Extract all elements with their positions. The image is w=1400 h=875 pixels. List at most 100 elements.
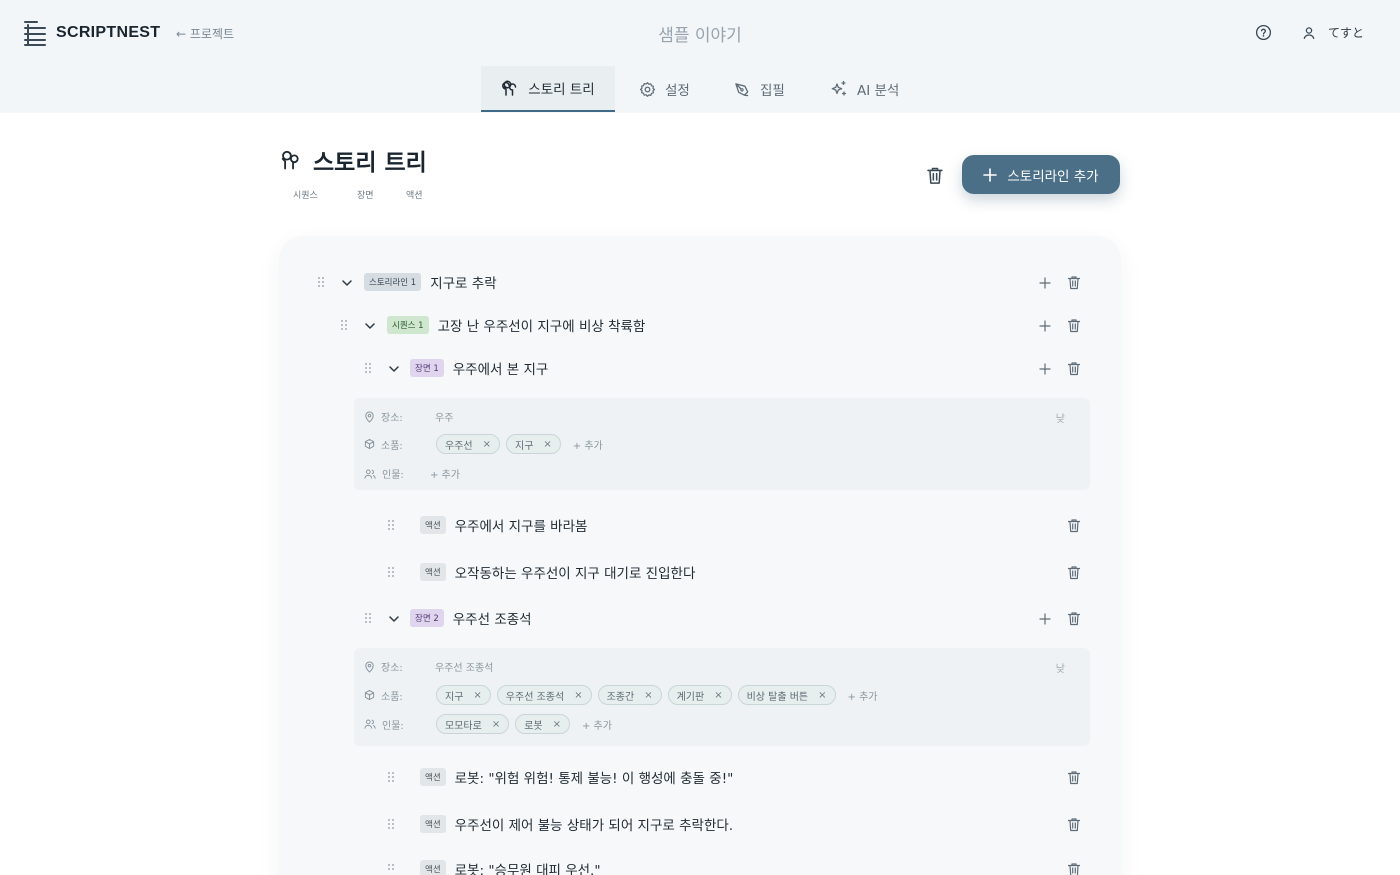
prop-chip[interactable]: 비상 탈출 버튼 ×	[737, 685, 836, 705]
chevron-down-icon[interactable]	[389, 365, 399, 373]
action-text[interactable]: 로봇: "승무원 대피 우선."	[455, 859, 601, 875]
action-badge: 액션	[420, 563, 446, 581]
storyline-row[interactable]: 스토리라인 1 지구로 추락	[364, 272, 497, 292]
plus-icon[interactable]	[1039, 277, 1051, 289]
cube-icon	[364, 438, 375, 450]
trash-icon[interactable]	[1067, 770, 1081, 785]
tab-label: 설정	[665, 83, 690, 99]
trash-icon[interactable]	[1067, 318, 1081, 333]
add-person-button[interactable]: + 추가	[582, 717, 612, 732]
tab-settings[interactable]: 설정	[639, 66, 690, 112]
action-row[interactable]: 액션 우주선이 제어 불능 상태가 되어 지구로 추락한다.	[420, 814, 733, 834]
scene-row[interactable]: 장면 2 우주선 조종석	[410, 608, 532, 628]
remove-icon[interactable]: ×	[553, 719, 561, 730]
plus-icon[interactable]	[1039, 363, 1051, 375]
tab-label: AI 분석	[857, 83, 900, 99]
scene-badge: 장면 2	[410, 609, 444, 627]
drag-handle-icon[interactable]	[341, 320, 349, 332]
chevron-down-icon[interactable]	[365, 322, 375, 330]
prop-chip[interactable]: 조종간 ×	[597, 685, 662, 705]
remove-icon[interactable]: ×	[483, 439, 491, 450]
trash-icon[interactable]	[1067, 862, 1081, 875]
prop-chip[interactable]: 지구 ×	[436, 685, 491, 705]
drag-handle-icon[interactable]	[388, 520, 396, 532]
trash-icon[interactable]	[926, 166, 944, 185]
trash-icon[interactable]	[1067, 518, 1081, 533]
person-chip[interactable]: 모모타로 ×	[436, 714, 510, 734]
add-person-button[interactable]: + 추가	[430, 466, 460, 481]
trash-icon[interactable]	[1067, 565, 1081, 580]
remove-icon[interactable]: ×	[543, 439, 551, 450]
place-value[interactable]: 우주선 조종석	[435, 659, 493, 674]
action-badge: 액션	[420, 815, 446, 833]
trash-icon[interactable]	[1067, 611, 1081, 626]
drag-handle-icon[interactable]	[365, 363, 373, 375]
add-prop-button[interactable]: + 추가	[848, 688, 878, 703]
drag-handle-icon[interactable]	[388, 864, 396, 875]
tab-story-tree[interactable]: 스토리 트리	[481, 66, 615, 112]
remove-icon[interactable]: ×	[473, 690, 481, 701]
user-menu[interactable]: てすと	[1302, 24, 1364, 41]
add-prop-button[interactable]: + 추가	[573, 437, 603, 452]
remove-icon[interactable]: ×	[492, 719, 500, 730]
chevron-down-icon[interactable]	[342, 279, 352, 287]
gear-icon	[639, 81, 656, 97]
drag-handle-icon[interactable]	[365, 613, 373, 625]
props-line: 소품: 우주선 × 지구 × + 추가	[364, 434, 603, 454]
prop-chip[interactable]: 우주선 ×	[436, 434, 500, 454]
action-row[interactable]: 액션 오작동하는 우주선이 지구 대기로 진입한다	[420, 562, 695, 582]
prop-chip[interactable]: 계기판 ×	[667, 685, 732, 705]
trash-icon[interactable]	[1067, 817, 1081, 832]
legend-scene: 장면	[357, 191, 374, 201]
legend-action: 액션	[406, 191, 423, 201]
action-text[interactable]: 로봇: "위험 위험! 통제 불능! 이 행성에 충돌 중!"	[455, 767, 734, 787]
tree-icon	[281, 150, 299, 170]
remove-icon[interactable]: ×	[574, 690, 582, 701]
action-row[interactable]: 액션 로봇: "위험 위험! 통제 불능! 이 행성에 충돌 중!"	[420, 767, 733, 787]
tab-label: 스토리 트리	[528, 82, 595, 98]
scene-row[interactable]: 장면 1 우주에서 본 지구	[410, 358, 548, 378]
trash-icon[interactable]	[1067, 275, 1081, 290]
drag-handle-icon[interactable]	[318, 277, 326, 289]
remove-icon[interactable]: ×	[644, 690, 652, 701]
time-of-day[interactable]: 낮	[1056, 410, 1065, 425]
place-value[interactable]: 우주	[435, 409, 453, 424]
add-storyline-button[interactable]: 스토리라인 추가	[962, 155, 1120, 194]
main-tabs: 스토리 트리 설정 집필 AI 분석	[0, 66, 1400, 113]
action-text[interactable]: 우주에서 지구를 바라봄	[455, 515, 588, 535]
plus-icon[interactable]	[1039, 613, 1051, 625]
sequence-title[interactable]: 고장 난 우주선이 지구에 비상 착륙함	[438, 315, 646, 335]
sequence-badge: 시퀀스 1	[387, 316, 429, 334]
page-header: 스토리 트리	[279, 143, 427, 177]
action-badge: 액션	[420, 768, 446, 786]
people-label: 인물:	[382, 470, 404, 481]
prop-chip[interactable]: 지구 ×	[506, 434, 561, 454]
action-text[interactable]: 오작동하는 우주선이 지구 대기로 진입한다	[455, 562, 696, 582]
users-icon	[364, 719, 376, 729]
drag-handle-icon[interactable]	[388, 567, 396, 579]
prop-chip[interactable]: 우주선 조종석 ×	[496, 685, 592, 705]
trash-icon[interactable]	[1067, 361, 1081, 376]
drag-handle-icon[interactable]	[388, 772, 396, 784]
time-of-day[interactable]: 낮	[1056, 660, 1065, 675]
action-text[interactable]: 우주선이 제어 불능 상태가 되어 지구로 추락한다.	[455, 814, 733, 834]
person-chip[interactable]: 로봇 ×	[515, 714, 570, 734]
chevron-down-icon[interactable]	[389, 615, 399, 623]
storyline-title[interactable]: 지구로 추락	[430, 272, 496, 292]
scene-title[interactable]: 우주선 조종석	[453, 608, 532, 628]
location-pin-icon	[365, 660, 374, 673]
add-storyline-label: 스토리라인 추가	[1007, 168, 1099, 185]
props-label: 소품:	[381, 691, 403, 703]
tab-writing[interactable]: 집필	[734, 66, 785, 112]
remove-icon[interactable]: ×	[818, 690, 826, 701]
remove-icon[interactable]: ×	[714, 690, 722, 701]
scene-title[interactable]: 우주에서 본 지구	[453, 358, 549, 378]
drag-handle-icon[interactable]	[388, 819, 396, 831]
tab-ai-analysis[interactable]: AI 분석	[830, 66, 899, 112]
action-row[interactable]: 액션 로봇: "승무원 대피 우선."	[420, 859, 601, 875]
prop-name: 비상 탈출 버튼	[746, 691, 809, 703]
help-icon[interactable]	[1255, 24, 1272, 41]
action-row[interactable]: 액션 우주에서 지구를 바라봄	[420, 515, 587, 535]
sequence-row[interactable]: 시퀀스 1 고장 난 우주선이 지구에 비상 착륙함	[387, 315, 645, 335]
plus-icon[interactable]	[1039, 320, 1051, 332]
